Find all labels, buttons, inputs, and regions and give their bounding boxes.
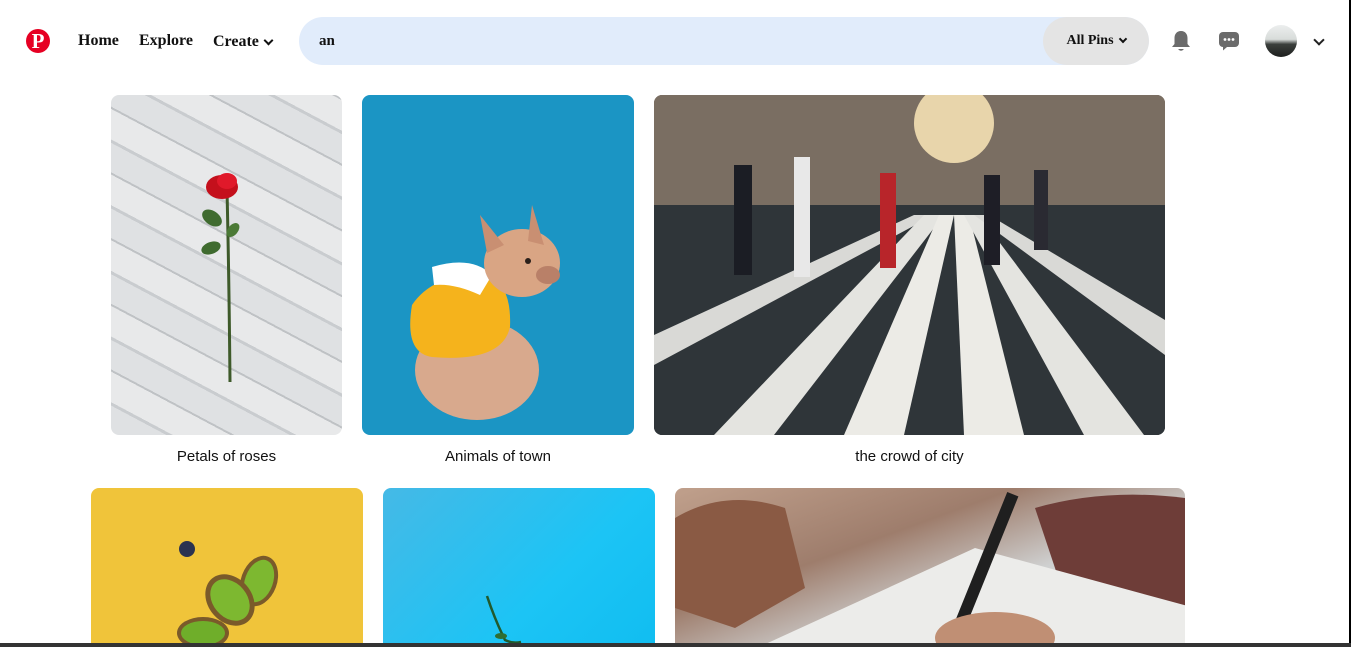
all-pins-label: All Pins <box>1066 33 1114 48</box>
pin-caption: Petals of roses <box>176 448 277 465</box>
nav-explore-link[interactable]: Explore <box>139 31 193 51</box>
pin-image-plant[interactable] <box>383 488 655 647</box>
pin-image-crowd[interactable] <box>654 95 1165 435</box>
pin-image-dog[interactable] <box>362 95 634 435</box>
chevron-down-icon[interactable] <box>1313 34 1325 46</box>
notifications-button[interactable] <box>1165 25 1197 57</box>
top-nav-bar: P Home Explore Create All Pins <box>0 0 1351 82</box>
chevron-down-icon <box>1118 34 1127 44</box>
rose-illustration <box>201 173 240 383</box>
pin-image-roses[interactable] <box>111 95 342 435</box>
pin-image-drawing[interactable] <box>675 488 1185 647</box>
plant-illustration <box>485 595 522 644</box>
pin-image-kiwi[interactable] <box>91 488 363 647</box>
avatar[interactable] <box>1265 25 1297 57</box>
chevron-down-icon <box>263 35 274 45</box>
search-bar: All Pins <box>299 17 1149 65</box>
all-pins-filter-button[interactable]: All Pins <box>1043 17 1149 65</box>
pin-caption: the crowd of city <box>855 448 964 465</box>
search-input[interactable] <box>299 17 1043 65</box>
create-label: Create <box>213 33 259 50</box>
logo-letter: P <box>31 29 45 53</box>
crosswalk-illustration <box>654 95 1165 435</box>
kiwi-illustration <box>177 541 279 647</box>
window-bottom-edge <box>0 643 1351 647</box>
bell-icon <box>1172 31 1190 51</box>
pinterest-logo-icon[interactable]: P <box>26 29 50 53</box>
pin-caption: Animals of town <box>445 448 551 465</box>
dog-illustration <box>410 205 560 420</box>
nav-home-link[interactable]: Home <box>78 31 119 51</box>
message-icon <box>1219 32 1239 51</box>
nav-create-menu[interactable]: Create <box>213 32 274 52</box>
drawing-illustration <box>675 491 1185 647</box>
messages-button[interactable] <box>1213 25 1245 57</box>
